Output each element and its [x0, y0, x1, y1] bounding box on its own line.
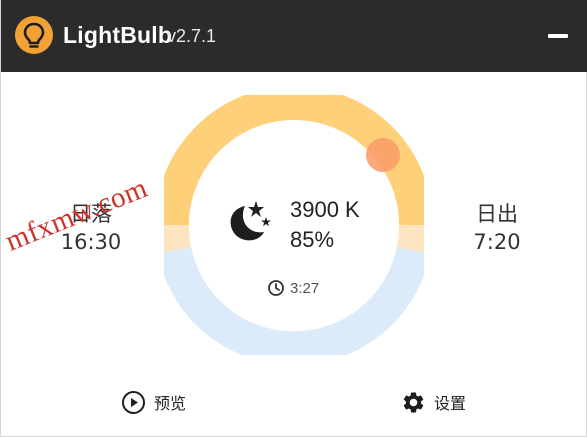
moon-stars-icon — [223, 196, 275, 248]
settings-button[interactable]: 设置 — [401, 388, 466, 416]
sunrise-time: 7:20 — [473, 230, 521, 254]
play-circle-icon — [122, 390, 145, 414]
app-version: v2.7.1 — [167, 26, 217, 46]
preview-label: 预览 — [154, 394, 187, 413]
dusk-transition-arc — [155, 224, 192, 254]
sunrise-info: 日出 7:20 — [457, 200, 537, 256]
gear-icon — [403, 392, 424, 412]
clock-icon — [268, 280, 284, 296]
night-arc — [157, 246, 431, 366]
color-temperature: 3900 K — [290, 197, 360, 222]
app-name: LightBulb — [63, 22, 173, 48]
app-window: LightBulb v2.7.1 日落 16:30 日出 7:20 3900 K… — [0, 0, 587, 437]
time-until-next: 3:27 — [290, 279, 320, 297]
current-time-indicator[interactable] — [366, 138, 400, 172]
minimize-button[interactable] — [546, 26, 570, 46]
settings-label: 设置 — [434, 394, 467, 413]
day-cycle-ring — [155, 86, 433, 366]
lightbulb-icon — [15, 16, 53, 54]
minimize-icon — [548, 34, 568, 38]
dawn-transition-arc — [396, 224, 433, 254]
preview-button[interactable]: 预览 — [121, 388, 186, 416]
title-bar: LightBulb v2.7.1 — [1, 0, 587, 72]
sunrise-label: 日出 — [476, 202, 518, 226]
brightness-value: 85% — [290, 227, 335, 252]
next-transition-timer: 3:27 — [267, 278, 319, 298]
